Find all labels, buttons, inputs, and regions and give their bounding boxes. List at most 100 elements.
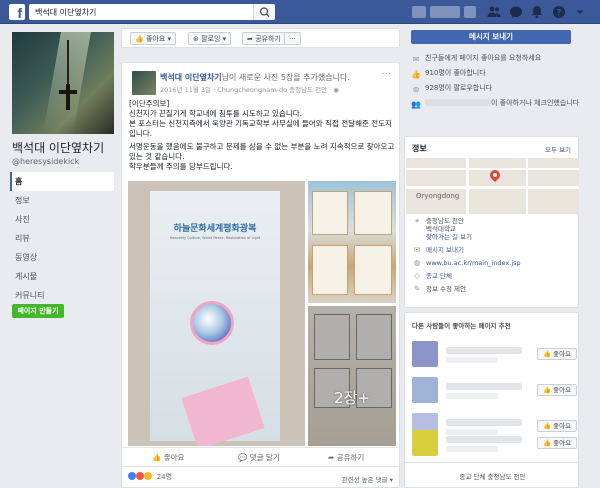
comment-icon: 💬 <box>238 453 248 462</box>
post-options-icon[interactable]: ··· <box>381 69 391 80</box>
suggested-page-thumbnail[interactable] <box>412 430 438 456</box>
search-box[interactable] <box>29 4 275 20</box>
post-author-name[interactable]: 백석대 이단옆차기 <box>160 73 222 82</box>
invite-friends-row[interactable]: ✉ 친구들에게 페이지 좋아요를 요청하세요 <box>411 52 591 67</box>
post-photo-main[interactable]: 하늘문화세계평화광복 Heavenly Culture, World Peace… <box>128 181 305 446</box>
profile-avatar[interactable] <box>412 6 426 18</box>
comment-sort-dropdown[interactable]: 관련성 높은 댓글 ▾ <box>342 474 393 484</box>
about-details: ⌖ 충청남도 천안 백석대학교 찾아가는 길 보기 ✉ 메시지 보내기 ◍ www.… <box>412 217 577 298</box>
follow-icon: ⊛ <box>412 85 420 94</box>
nav-item-videos[interactable]: 동영상 <box>10 248 114 267</box>
notifications-icon[interactable] <box>529 4 545 20</box>
nav-item-posts[interactable]: 게시물 <box>10 267 114 286</box>
address-line-1: 충청남도 천안 <box>426 217 464 225</box>
profile-name-button[interactable] <box>430 6 460 18</box>
suggested-pages-box: 다른 사람들이 좋아하는 페이지 추천 👍 좋아요 👍 좋아요 👍 좋아요 👍 … <box>404 312 580 488</box>
like-reaction-icon <box>128 472 136 480</box>
like-label: 좋아요 <box>163 453 185 462</box>
category-row[interactable]: ◇ 종교 단체 <box>412 271 577 281</box>
about-title: 정보 <box>412 144 427 153</box>
page-profile-picture[interactable] <box>12 32 114 134</box>
post-action-bar: 👍 좋아요 💬 댓글 달기 ➦ 공유하기 <box>122 447 399 467</box>
suggested-pages-footer[interactable]: 종교 단체 충청남도 천안 <box>405 462 580 481</box>
page-action-bar: 👍 좋아요 ▾ ⊛ 팔로잉 ▾ ➦ 공유하기 ··· <box>121 28 400 48</box>
page-navigation: 홈 정보 사진 리뷰 동영상 게시물 커뮤니티 <box>10 172 114 305</box>
tag-icon: ◇ <box>414 271 420 280</box>
suggested-page-item: 👍 좋아요 <box>412 377 577 405</box>
suggested-page-item: 👍 좋아요 <box>412 430 577 458</box>
svg-text:?: ? <box>557 8 562 17</box>
more-options-button[interactable]: ··· <box>284 32 301 45</box>
share-icon: ➦ <box>328 453 335 462</box>
directions-link[interactable]: 찾아가는 길 보기 <box>426 233 472 241</box>
search-input[interactable] <box>29 4 251 20</box>
post-meta: 2016년 11월 3일 · Chungcheongnam-do 충청남도 천안… <box>160 84 339 94</box>
follow-label: 팔로잉 <box>201 35 221 43</box>
love-reaction-icon <box>136 472 145 480</box>
page-title[interactable]: 백석대 이단옆차기 <box>12 139 104 156</box>
friends-icon[interactable] <box>486 4 502 20</box>
page-like-label: 좋아요 <box>145 35 166 43</box>
nav-item-reviews[interactable]: 리뷰 <box>10 229 114 248</box>
post-photo-3[interactable] <box>308 306 396 446</box>
invite-icon: ✉ <box>412 55 420 64</box>
page-like-button[interactable]: 👍 좋아요 ▾ <box>130 32 177 45</box>
see-all-link[interactable]: 모두 보기 <box>545 144 571 154</box>
suggested-page-thumbnail[interactable] <box>412 341 438 367</box>
people-icon: 👥 <box>411 100 421 109</box>
create-page-button[interactable]: 페이지 만들기 <box>12 304 64 318</box>
location-map[interactable]: Oryongdong <box>406 158 579 214</box>
facebook-logo-icon[interactable]: f <box>9 4 25 20</box>
nav-item-photos[interactable]: 사진 <box>10 210 114 229</box>
suggested-page-like-button[interactable]: 👍 좋아요 <box>537 348 577 360</box>
page-share-button[interactable]: ➦ 공유하기 <box>242 32 286 45</box>
blurred-page-name <box>446 419 522 426</box>
post-author-avatar[interactable] <box>132 71 156 95</box>
likes-count-row: 👍 910명이 좋아합니다 <box>411 69 486 79</box>
globe-icon: ◉ <box>333 86 339 94</box>
suggested-page-item: 👍 좋아요 <box>412 341 577 369</box>
dropdown-icon[interactable] <box>572 4 588 20</box>
reaction-summary[interactable]: 24명 <box>128 472 172 482</box>
edit-icon: ✎ <box>413 284 421 293</box>
nav-item-community[interactable]: 커뮤니티 <box>10 286 114 305</box>
post-photo-2[interactable] <box>308 181 396 303</box>
about-box: 정보 모두 보기 Oryongdong ⌖ 충청남도 천안 백석대학교 찾아가는… <box>404 136 579 308</box>
website-row[interactable]: ◍ www.bu.ac.kr/main_index.jsp <box>412 258 577 268</box>
post-timestamp[interactable]: 2016년 11월 3일 · Chungcheongnam-do 충청남도 천안… <box>160 86 333 94</box>
like-button[interactable]: 👍 좋아요 <box>152 452 184 463</box>
location-icon: ⌖ <box>414 216 420 225</box>
share-button[interactable]: ➦ 공유하기 <box>328 452 364 463</box>
messages-icon[interactable] <box>508 4 524 20</box>
globe-emblem-icon <box>190 301 234 345</box>
brochure-title: 하늘문화세계평화광복 <box>173 224 257 234</box>
follow-button[interactable]: ⊛ 팔로잉 ▾ <box>188 32 232 45</box>
nav-item-about[interactable]: 정보 <box>10 191 114 210</box>
send-message-button[interactable]: 메시지 보내기 <box>411 30 571 44</box>
page-share-label: 공유하기 <box>255 35 281 43</box>
globe-icon: ◍ <box>413 258 421 267</box>
friends-liked-row[interactable]: 👥 이 좋아하거나 체크인했습니다 <box>411 97 591 119</box>
message-row[interactable]: ✉ 메시지 보내기 <box>412 245 577 255</box>
search-button[interactable] <box>253 4 275 20</box>
more-photos-count[interactable]: 2장+ <box>308 387 396 408</box>
post-header: 백석대 이단옆차기님이 새로운 사진 5장을 추가했습니다. <box>160 72 390 83</box>
post-action-text: 님이 새로운 사진 5장을 추가했습니다. <box>221 73 350 82</box>
like-icon: 👍 <box>411 70 421 79</box>
thumbs-up-icon: 👍 <box>135 35 144 43</box>
address-row: ⌖ 충청남도 천안 백석대학교 찾아가는 길 보기 <box>412 216 577 242</box>
suggested-pages-title: 다른 사람들이 좋아하는 페이지 추천 <box>412 322 511 330</box>
help-icon[interactable]: ? <box>551 4 567 20</box>
suggested-page-thumbnail[interactable] <box>412 377 438 403</box>
nav-item-home[interactable]: 홈 <box>10 172 114 191</box>
comment-button[interactable]: 💬 댓글 달기 <box>238 452 280 463</box>
map-place-label: Oryongdong <box>416 192 460 200</box>
suggested-page-like-button[interactable]: 👍 좋아요 <box>537 437 577 449</box>
wow-reaction-icon <box>144 472 153 480</box>
suggest-edit-row[interactable]: ✎ 정보 수정 제안 <box>412 284 577 294</box>
page-handle[interactable]: @heresysidekick <box>12 157 79 166</box>
followers-count-row: ⊛ 928명이 팔로우합니다 <box>412 84 493 94</box>
suggested-page-like-button[interactable]: 👍 좋아요 <box>537 384 577 396</box>
messenger-icon: ✉ <box>413 245 421 254</box>
home-button[interactable] <box>464 6 476 18</box>
